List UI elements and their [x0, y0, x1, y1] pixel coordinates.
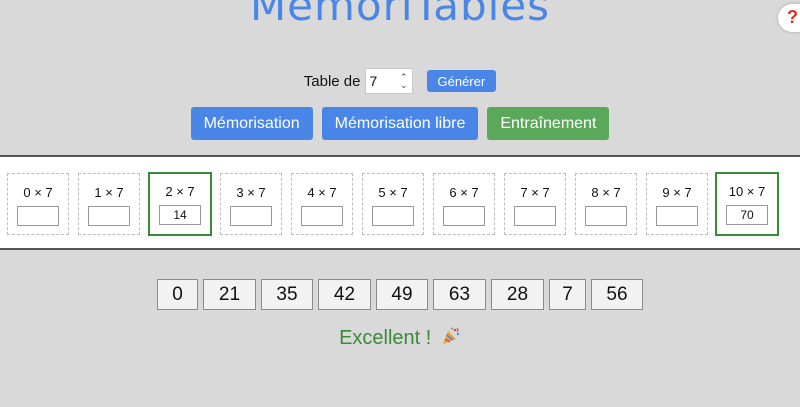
help-icon: ? — [787, 7, 798, 27]
card-label: 5 × 7 — [378, 185, 408, 200]
card-5: 5 × 7 — [362, 173, 424, 235]
feedback-message: Excellent ! — [0, 326, 800, 352]
card-label: 10 × 7 — [728, 184, 766, 199]
free-memorisation-button[interactable]: Mémorisation libre — [321, 107, 479, 140]
card-answer-input[interactable]: 70 — [726, 205, 768, 225]
answer-tile[interactable]: 21 — [203, 279, 256, 310]
card-answer-input[interactable] — [514, 206, 556, 226]
card-10: 10 × 7 70 — [715, 172, 779, 236]
answer-tile[interactable]: 49 — [376, 279, 428, 310]
card-6: 6 × 7 — [433, 173, 495, 235]
card-3: 3 × 7 — [220, 173, 282, 235]
feedback-text: Excellent ! — [339, 327, 432, 350]
table-label: Table de — [303, 72, 361, 90]
card-label: 0 × 7 — [23, 185, 53, 200]
card-answer-input[interactable] — [585, 206, 627, 226]
card-label: 9 × 7 — [662, 185, 692, 200]
card-2: 2 × 7 14 — [148, 172, 212, 236]
memorisation-button[interactable]: Mémorisation — [190, 107, 313, 140]
card-answer-input[interactable] — [301, 206, 343, 226]
card-label: 8 × 7 — [591, 185, 621, 200]
answer-tile[interactable]: 28 — [491, 279, 544, 310]
card-0: 0 × 7 — [7, 173, 69, 235]
answer-tile[interactable]: 0 — [157, 279, 198, 310]
spinner-icon[interactable]: ⌃ ⌄ — [400, 73, 408, 90]
answer-tile[interactable]: 63 — [433, 279, 486, 310]
answer-tile[interactable]: 35 — [261, 279, 313, 310]
card-4: 4 × 7 — [291, 173, 353, 235]
mode-buttons: Mémorisation Mémorisation libre Entraîne… — [0, 107, 800, 140]
card-answer-input[interactable] — [372, 206, 414, 226]
card-label: 2 × 7 — [165, 184, 195, 199]
card-label: 4 × 7 — [307, 185, 337, 200]
table-number-input[interactable]: 7 ⌃ ⌄ — [364, 68, 413, 94]
card-8: 8 × 7 — [575, 173, 637, 235]
help-badge[interactable]: ? — [778, 4, 800, 32]
card-answer-input[interactable] — [656, 206, 698, 226]
app-title: MémoriTables — [249, 0, 551, 30]
answer-tile[interactable]: 42 — [318, 279, 371, 310]
party-popper-icon — [441, 326, 461, 352]
card-answer-input[interactable] — [17, 206, 59, 226]
card-9: 9 × 7 — [646, 173, 708, 235]
card-label: 1 × 7 — [94, 185, 124, 200]
table-selector-row: Table de 7 ⌃ ⌄ Générer — [0, 68, 800, 94]
card-answer-input[interactable]: 14 — [159, 205, 201, 225]
card-answer-input[interactable] — [88, 206, 130, 226]
card-answer-input[interactable] — [443, 206, 485, 226]
card-strip: 0 × 7 1 × 7 2 × 7 14 3 × 7 4 × 7 5 × 7 6… — [0, 155, 800, 250]
answer-tile[interactable]: 56 — [591, 279, 643, 310]
card-label: 3 × 7 — [236, 185, 266, 200]
card-answer-input[interactable] — [230, 206, 272, 226]
card-label: 7 × 7 — [520, 185, 550, 200]
answer-tiles: 0 21 35 42 49 63 28 7 56 — [0, 279, 800, 310]
card-7: 7 × 7 — [504, 173, 566, 235]
card-1: 1 × 7 — [78, 173, 140, 235]
answer-tile[interactable]: 7 — [549, 279, 586, 310]
table-number-value: 7 — [369, 73, 378, 89]
card-label: 6 × 7 — [449, 185, 479, 200]
training-button[interactable]: Entraînement — [487, 107, 610, 140]
generate-button[interactable]: Générer — [426, 70, 497, 92]
